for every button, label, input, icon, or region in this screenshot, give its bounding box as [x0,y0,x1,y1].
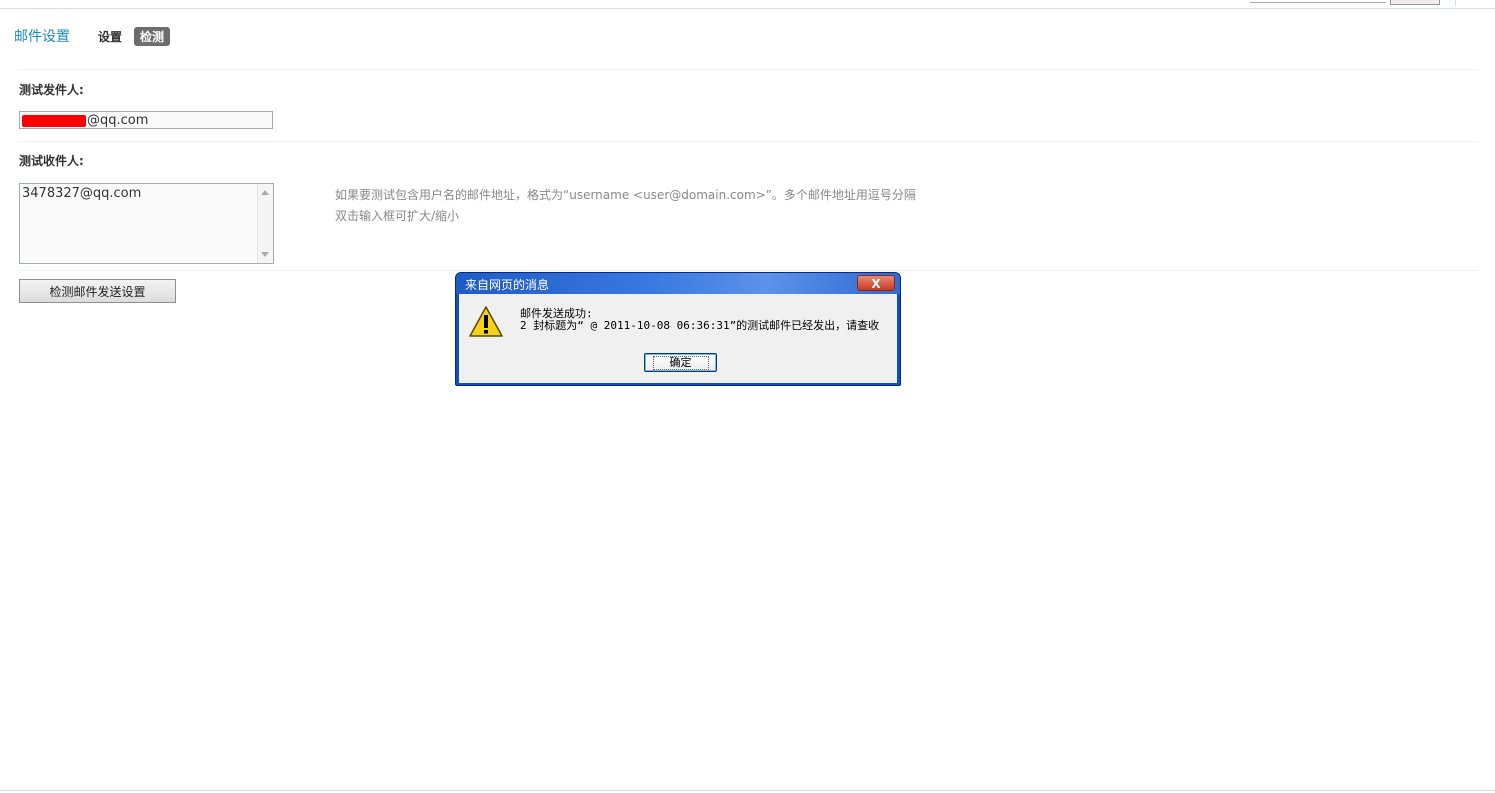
recipient-value: 3478327@qq.com [22,186,142,201]
page-title: 邮件设置 [14,29,70,45]
page-header: 邮件设置 设置 检测 [14,24,171,48]
dialog-message-line2: 2 封标题为“ @ 2011-10-08 06:36:31”的测试邮件已经发出，… [520,319,880,332]
textarea-scrollbar[interactable] [257,184,273,263]
top-search-input[interactable] [1250,0,1386,3]
divider [19,141,1477,142]
check-mail-settings-button[interactable]: 检测邮件发送设置 [19,279,176,303]
ok-button[interactable]: 确定 [644,353,717,372]
top-divider [1455,0,1456,6]
recipient-textarea[interactable]: 3478327@qq.com [19,183,274,264]
close-button[interactable]: X [857,275,895,291]
tab-check[interactable]: 检测 [134,26,171,46]
close-icon: X [871,277,881,291]
alert-dialog: 来自网页的消息 X 邮件发送成功: 2 封标题为“ @ 2011-10-08 0… [455,272,901,386]
ok-button-label: 确定 [652,355,709,370]
recipient-hint: 如果要测试包含用户名的邮件地址，格式为“username <user@domai… [335,188,916,202]
scroll-down-icon[interactable] [261,252,269,257]
scroll-up-icon[interactable] [261,190,269,195]
dialog-title: 来自网页的消息 [465,278,550,292]
warning-icon [469,306,503,337]
divider [19,69,1477,70]
tab-settings[interactable]: 设置 [98,28,122,45]
sender-value: @qq.com [87,113,149,128]
divider [19,270,1477,271]
top-search-button[interactable] [1390,0,1440,5]
sender-label: 测试发件人: [19,83,84,97]
redaction-mark [22,114,86,127]
dialog-message: 邮件发送成功: 2 封标题为“ @ 2011-10-08 06:36:31”的测… [520,308,879,332]
recipient-label: 测试收件人: [19,154,84,168]
recipient-hint-resize: 双击输入框可扩大/缩小 [335,209,460,223]
dialog-body: 邮件发送成功: 2 封标题为“ @ 2011-10-08 06:36:31”的测… [459,294,897,383]
dialog-titlebar[interactable]: 来自网页的消息 X [456,273,900,294]
sender-input[interactable]: @qq.com [19,111,273,129]
